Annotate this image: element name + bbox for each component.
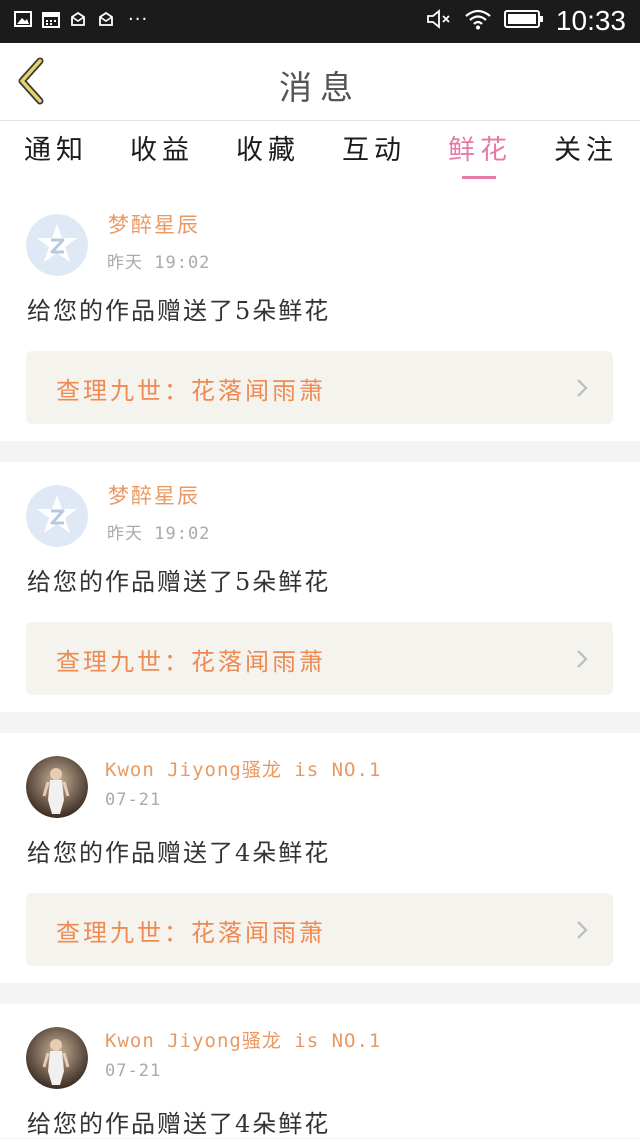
user-photo xyxy=(26,1027,88,1089)
page-title: 消息 xyxy=(279,68,361,107)
tab-flowers[interactable]: 鲜花 xyxy=(430,131,530,181)
mail-icon xyxy=(70,11,89,28)
work-link[interactable]: 查理九世：花落闻雨萧 xyxy=(26,893,613,966)
battery-icon xyxy=(503,9,544,33)
tab-notice[interactable]: 通知 xyxy=(6,131,106,181)
message-card: 梦醉星辰 昨天 19:02 给您的作品赠送了5朵鲜花 查理九世：花落闻雨萧 xyxy=(0,191,640,441)
user-photo xyxy=(26,756,88,818)
message-text: 给您的作品赠送了5朵鲜花 xyxy=(27,568,331,596)
more-notifications-icon: ··· xyxy=(128,8,149,30)
avatar[interactable] xyxy=(26,756,88,818)
avatar[interactable] xyxy=(26,1027,88,1089)
notification-icons: ··· xyxy=(14,8,149,30)
message-text: 给您的作品赠送了5朵鲜花 xyxy=(27,297,331,325)
tab-favorites[interactable]: 收藏 xyxy=(218,131,318,181)
gallery-icon xyxy=(14,11,33,28)
user-name[interactable]: Kwon Jiyong骚龙 is NO.1 xyxy=(105,1026,381,1053)
active-tab-indicator xyxy=(462,176,496,179)
message-time: 07-21 xyxy=(105,1061,162,1081)
avatar[interactable] xyxy=(26,214,88,276)
tab-follow[interactable]: 关注 xyxy=(536,131,636,181)
status-time: 10:33 xyxy=(555,5,626,36)
user-name[interactable]: 梦醉星辰 xyxy=(108,480,200,510)
chevron-right-icon xyxy=(577,379,588,397)
chevron-right-icon xyxy=(577,650,588,668)
message-card: Kwon Jiyong骚龙 is NO.1 07-21 给您的作品赠送了4朵鲜花… xyxy=(0,733,640,983)
message-card: Kwon Jiyong骚龙 is NO.1 07-21 给您的作品赠送了4朵鲜花 xyxy=(0,1004,640,1138)
wifi-icon xyxy=(464,8,492,34)
default-qq-avatar-icon xyxy=(26,485,88,547)
avatar[interactable] xyxy=(26,485,88,547)
message-time: 07-21 xyxy=(105,790,162,810)
work-link[interactable]: 查理九世：花落闻雨萧 xyxy=(26,351,613,424)
message-text: 给您的作品赠送了4朵鲜花 xyxy=(27,839,331,867)
user-name[interactable]: 梦醉星辰 xyxy=(108,209,200,239)
message-card: 梦醉星辰 昨天 19:02 给您的作品赠送了5朵鲜花 查理九世：花落闻雨萧 xyxy=(0,462,640,712)
message-time: 昨天 19:02 xyxy=(107,253,211,273)
tab-interaction[interactable]: 互动 xyxy=(324,131,424,181)
default-qq-avatar-icon xyxy=(26,214,88,276)
mail-icon xyxy=(98,11,117,28)
tab-earnings[interactable]: 收益 xyxy=(112,131,212,181)
work-title: 查理九世：花落闻雨萧 xyxy=(56,648,326,676)
status-bar: ··· 10:33 xyxy=(0,0,640,43)
work-link[interactable]: 查理九世：花落闻雨萧 xyxy=(26,622,613,695)
message-text: 给您的作品赠送了4朵鲜花 xyxy=(27,1110,331,1138)
mute-icon xyxy=(426,8,452,34)
user-name[interactable]: Kwon Jiyong骚龙 is NO.1 xyxy=(105,755,381,782)
app-header: 消息 xyxy=(0,43,640,121)
calendar-icon xyxy=(42,11,61,28)
message-time: 昨天 19:02 xyxy=(107,524,211,544)
work-title: 查理九世：花落闻雨萧 xyxy=(56,919,326,947)
work-title: 查理九世：花落闻雨萧 xyxy=(56,377,326,405)
chevron-right-icon xyxy=(577,921,588,939)
tab-bar: 通知 收益 收藏 互动 鲜花 关注 xyxy=(0,121,640,193)
